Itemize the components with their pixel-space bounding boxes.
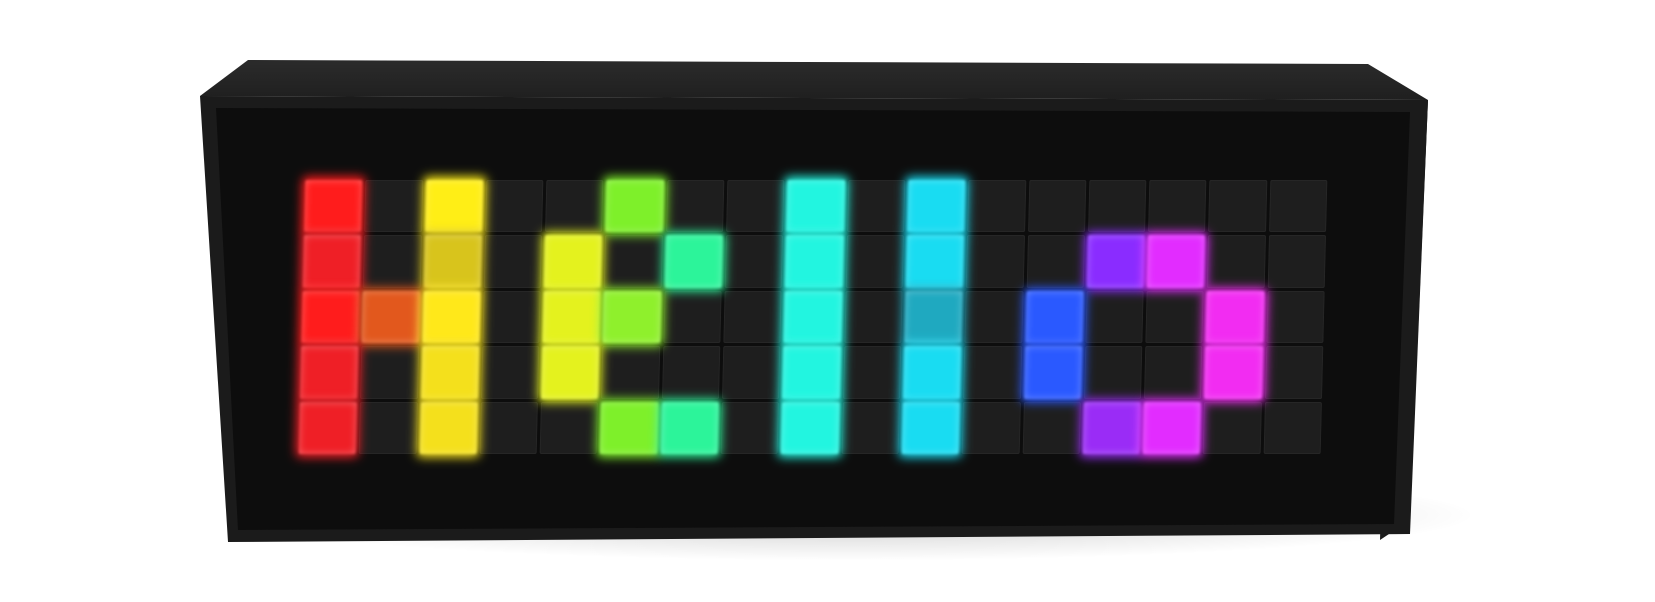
led-pixel-off [1087, 180, 1147, 233]
led-pixel-on [901, 401, 961, 454]
led-pixel-off [964, 290, 1024, 344]
led-pixel-off [362, 235, 422, 288]
led-pixel-off [965, 235, 1025, 288]
led-pixel-off [1266, 290, 1325, 344]
led-pixel-off [539, 401, 599, 454]
led-pixel-off [604, 235, 663, 288]
led-pixel-off [1268, 180, 1328, 233]
led-pixel-on [1204, 346, 1263, 399]
led-pixel-on [1146, 235, 1206, 288]
led-pixel-off [484, 180, 544, 233]
led-pixel-on [786, 180, 845, 233]
led-pixel-on [298, 401, 358, 454]
led-pixel-off [846, 180, 906, 233]
led-pixel-off [1026, 235, 1085, 288]
led-pixel-off [967, 180, 1026, 233]
led-pixel-on [600, 401, 659, 454]
led-pixel-off [479, 401, 539, 454]
led-pixel-off [665, 180, 725, 233]
led-pixel-off [845, 235, 904, 288]
led-pixel-off [1203, 401, 1262, 454]
led-pixel-off [1083, 346, 1143, 399]
led-pixel-on [1205, 290, 1265, 344]
led-pixel-off [1148, 180, 1207, 233]
led-pixel-off [844, 290, 903, 344]
led-pixel-on [905, 235, 965, 288]
led-pixel-off [360, 346, 419, 399]
led-pixel-off [726, 180, 785, 233]
led-pixel-on [783, 290, 843, 344]
led-pixel-off [842, 346, 902, 399]
led-pixel-on [1082, 401, 1142, 454]
led-pixel-off [1022, 401, 1081, 454]
led-pixel-on [602, 290, 662, 344]
led-pixel-on [1023, 346, 1083, 399]
led-pixel-off [482, 290, 541, 344]
led-pixel-off [841, 401, 900, 454]
scene [0, 0, 1655, 602]
led-matrix [298, 180, 1328, 454]
led-pixel-on [1142, 401, 1202, 454]
led-pixel-on [423, 235, 482, 288]
led-pixel-off [1027, 180, 1087, 233]
led-pixel-on [785, 235, 844, 288]
led-pixel-on [1086, 235, 1146, 288]
led-pixel-off [722, 346, 781, 399]
led-pixel-off [1144, 346, 1203, 399]
led-pixel-on [361, 290, 421, 344]
led-pixel-on [300, 346, 359, 399]
led-pixel-on [904, 290, 963, 344]
led-pixel-off [963, 346, 1022, 399]
led-pixel-on [420, 346, 480, 399]
led-pixel-on [605, 180, 665, 233]
led-pixel-off [1263, 401, 1322, 454]
led-pixel-off [1264, 346, 1324, 399]
led-pixel-on [541, 346, 600, 399]
led-pixel-on [421, 290, 481, 344]
led-pixel-off [723, 290, 782, 344]
led-pixel-on [907, 180, 966, 233]
led-pixel-on [424, 180, 484, 233]
led-pixel-off [480, 346, 540, 399]
led-sign-device [0, 0, 1655, 602]
led-pixel-on [419, 401, 478, 454]
led-pixel-off [1085, 290, 1144, 344]
led-pixel-on [902, 346, 962, 399]
led-pixel-on [542, 290, 602, 344]
led-pixel-off [663, 290, 722, 344]
led-pixel-off [364, 180, 423, 233]
led-pixel-off [358, 401, 418, 454]
led-pixel-on [660, 401, 719, 454]
led-pixel-on [302, 235, 362, 288]
led-pixel-off [961, 401, 1021, 454]
led-pixel-off [1207, 235, 1266, 288]
led-pixel-on [664, 235, 724, 288]
led-pixel-off [545, 180, 604, 233]
led-pixel-on [543, 235, 603, 288]
led-pixel-on [301, 290, 360, 344]
led-pixel-off [1267, 235, 1326, 288]
led-pixel-off [724, 235, 784, 288]
led-pixel-on [1024, 290, 1084, 344]
led-pixel-on [304, 180, 363, 233]
led-pixel-off [601, 346, 661, 399]
led-pixel-on [780, 401, 840, 454]
led-pixel-off [483, 235, 543, 288]
led-pixel-off [1208, 180, 1268, 233]
device-top-face [200, 60, 1428, 100]
led-pixel-on [782, 346, 841, 399]
led-pixel-off [1145, 290, 1205, 344]
led-pixel-off [661, 346, 721, 399]
led-pixel-off [720, 401, 780, 454]
